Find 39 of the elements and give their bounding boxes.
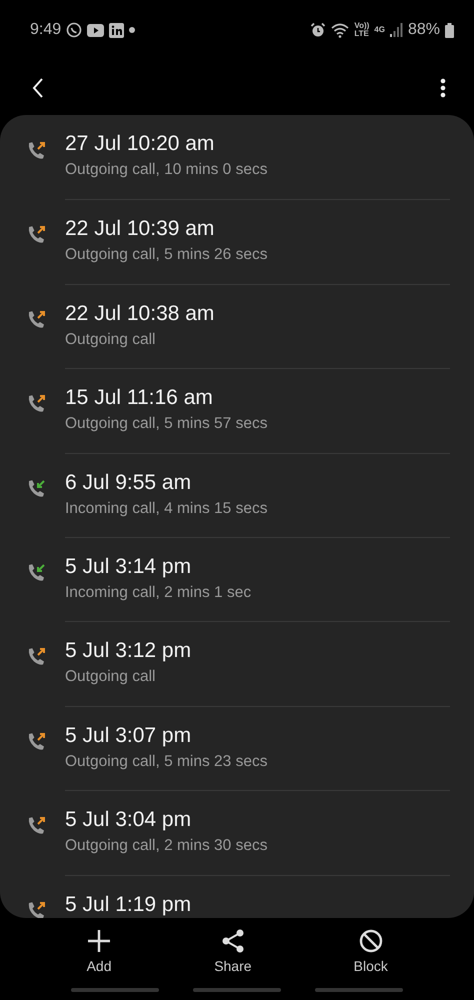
back-icon [32,78,44,98]
call-detail: Outgoing call [65,330,156,350]
call-detail: Outgoing call, 2 mins 30 secs [65,836,268,856]
call-time: 5 Jul 3:14 pm [65,554,192,580]
signal-icon [390,23,403,37]
block-icon [358,928,384,954]
battery-icon [445,22,454,38]
volte-label: Vo)) [354,22,370,30]
call-time: 5 Jul 3:12 pm [65,638,192,664]
call-time: 15 Jul 11:16 am [65,385,213,412]
add-button[interactable]: Add [78,918,120,988]
call-detail: Outgoing call, 5 mins 57 secs [65,414,268,434]
call-time: 5 Jul 1:19 pm [65,892,192,918]
call-time: 22 Jul 10:39 am [65,216,214,242]
call-time: 6 Jul 9:55 am [65,470,192,496]
call-time: 5 Jul 3:07 pm [65,722,192,749]
social-icon [109,22,124,38]
lte-label: LTE [354,30,370,38]
play-icon [87,24,104,36]
block-button[interactable]: Block [346,918,396,988]
dot-icon [129,27,136,33]
call-detail: Outgoing call, 5 mins 23 secs [65,752,268,772]
share-icon [220,928,246,954]
call-time: 22 Jul 10:38 am [65,300,214,327]
call-detail: Outgoing call, 10 mins 0 secs [65,160,268,180]
alarm-icon [310,22,326,38]
plus-icon [86,928,112,954]
call-time: 27 Jul 10:20 am [65,131,214,157]
call-detail: Outgoing call, 5 mins 26 secs [65,245,268,266]
battery-percent: 88% [408,21,440,39]
call-detail: Outgoing call [65,667,156,688]
share-button[interactable]: Share [206,918,260,988]
status-time: 9:49 [30,21,62,39]
call-detail: Incoming call, 4 mins 15 secs [65,498,268,519]
call-time: 5 Jul 3:04 pm [65,807,192,834]
more-options-icon [440,78,446,98]
call-detail: Incoming call, 2 mins 1 sec [65,582,252,603]
wifi-icon [331,22,350,38]
network-label: 4G [374,26,385,34]
